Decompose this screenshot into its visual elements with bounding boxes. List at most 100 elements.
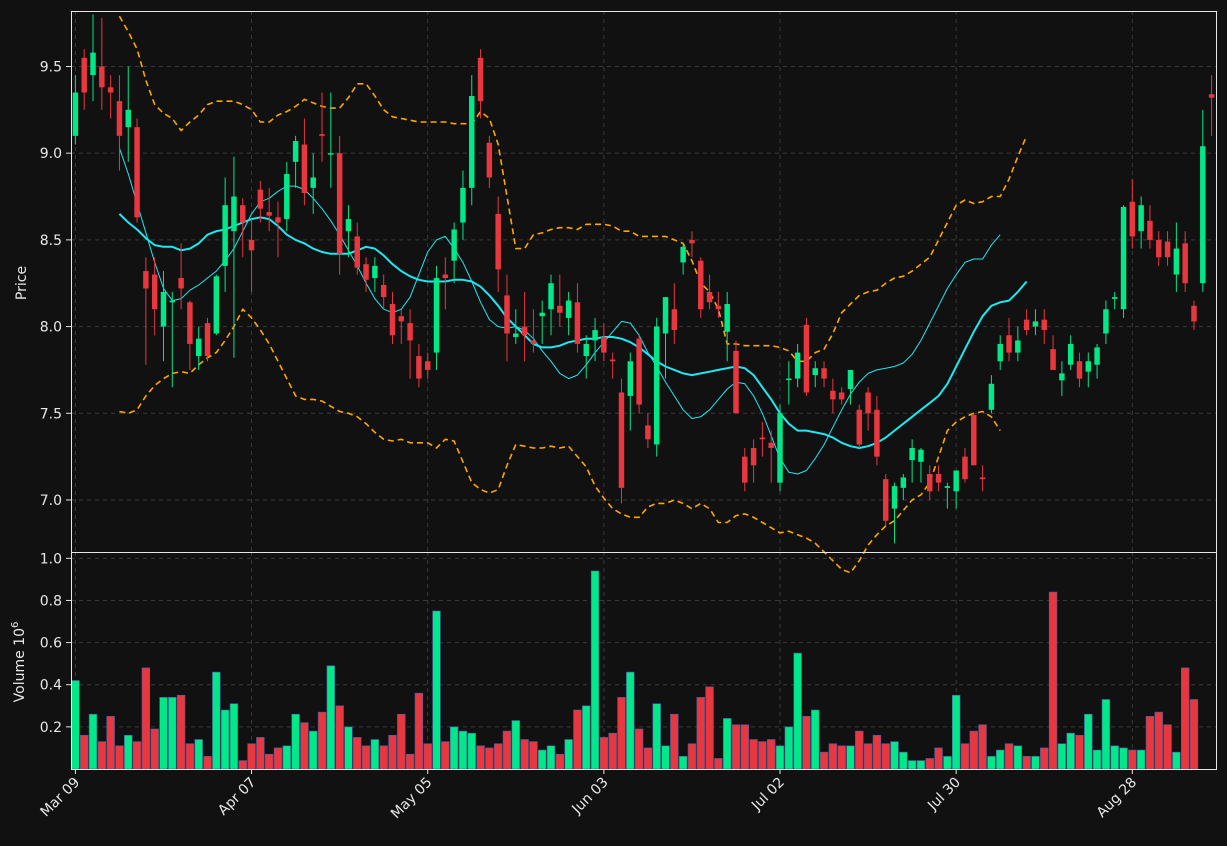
volume-bar: [335, 705, 344, 770]
candle-body: [195, 338, 202, 357]
candle-body: [1059, 373, 1065, 381]
volume-bar: [106, 716, 115, 770]
candle-body: [319, 134, 325, 136]
volume-bar: [203, 756, 212, 770]
candle-body: [363, 264, 369, 280]
candle-body: [125, 109, 131, 128]
candle-body: [971, 415, 977, 466]
volume-bar: [520, 739, 529, 770]
candle-body: [275, 217, 281, 223]
candle-body: [1041, 319, 1047, 331]
candle-body: [645, 425, 651, 440]
candle-body: [900, 477, 907, 488]
candle-body: [469, 95, 475, 188]
volume-bar: [467, 732, 476, 770]
candle-body: [1032, 321, 1039, 327]
candle-body: [953, 470, 959, 492]
candle-body: [759, 437, 766, 440]
candle-body: [1094, 347, 1100, 365]
volume-bar: [97, 741, 107, 770]
volume-bar: [696, 697, 705, 770]
candle-body: [187, 302, 193, 344]
candle-body: [513, 333, 519, 337]
candle-body: [979, 477, 986, 480]
candle-body: [284, 173, 290, 220]
candle-body: [1085, 361, 1092, 372]
candle-body: [1129, 201, 1136, 237]
volume-bar: [907, 760, 917, 770]
volume-bar: [168, 697, 177, 770]
volume-bar: [256, 737, 265, 770]
candle-body: [240, 205, 246, 223]
volume-bar: [476, 745, 485, 770]
candle-body: [742, 456, 748, 483]
candle-body: [715, 305, 722, 310]
volume-bar: [714, 758, 723, 770]
candle-body: [116, 101, 123, 136]
volume-bar: [353, 737, 362, 770]
volume-bar: [88, 713, 98, 770]
candle-body: [495, 213, 501, 270]
volume-bar: [1092, 749, 1102, 770]
volume-bar: [916, 760, 926, 770]
candle-body: [988, 383, 995, 410]
candle-body: [671, 309, 678, 331]
volume-bar: [194, 739, 203, 770]
volume-bar: [1154, 711, 1163, 770]
volume-bar: [80, 734, 89, 770]
volume-bar: [388, 734, 397, 770]
volume-bar: [643, 747, 653, 770]
candle-body: [750, 447, 757, 466]
volume-bar: [749, 739, 758, 770]
volume-bar: [432, 610, 441, 770]
volume-bar: [802, 716, 811, 770]
candle-body: [301, 144, 308, 194]
candle-body: [847, 369, 854, 390]
volume-bar: [775, 745, 785, 770]
price-axis-label: Price: [14, 266, 30, 300]
volume-axis-label-text: Volume: [12, 650, 28, 702]
volume-bar: [687, 743, 697, 770]
volume-bar: [863, 743, 873, 770]
volume-bar: [1040, 747, 1049, 770]
volume-bar: [397, 713, 406, 770]
candle-body: [99, 66, 105, 88]
volume-bar: [344, 726, 353, 770]
candle-body: [521, 326, 528, 336]
candle-body: [169, 300, 176, 303]
candle-body: [407, 323, 413, 341]
candle-body: [565, 300, 572, 318]
volume-bar: [1075, 734, 1084, 770]
candle-body: [733, 350, 739, 414]
candle-body: [222, 205, 228, 266]
candle-body: [1103, 309, 1109, 334]
volume-bar: [379, 745, 388, 770]
candle-body: [1182, 243, 1188, 284]
candle-body: [1076, 361, 1083, 379]
volume-bar: [449, 726, 459, 770]
candle-body: [248, 239, 255, 251]
volume-bar: [309, 730, 318, 770]
volume-bar: [784, 726, 794, 770]
volume-bar: [493, 743, 503, 770]
volume-bar: [1110, 745, 1119, 770]
volume-bar: [767, 739, 776, 770]
candle-body: [724, 304, 730, 332]
candle-body: [927, 473, 933, 492]
volume-bar: [652, 703, 661, 770]
candle-body: [698, 260, 704, 310]
volume-bar: [115, 745, 124, 770]
volume-axis-exponent: 6: [10, 622, 21, 628]
candle-body: [539, 312, 545, 317]
volume-bar: [828, 743, 838, 770]
chart-svg: 7.0 7.5 8.0 8.5 9.0 9.5 Price 0.2 0.4 0.6 0.8 1.0…: [0, 0, 1227, 842]
volume-axis-label: Volume 106: [10, 622, 28, 703]
volume-bar: [1048, 591, 1058, 770]
candle-body: [1111, 297, 1118, 299]
volume-bar: [1066, 732, 1075, 770]
candle-body: [81, 57, 87, 93]
volume-bar: [185, 743, 195, 770]
volume-bar: [943, 756, 952, 770]
volume-bar: [1128, 749, 1137, 770]
volume-bar: [529, 741, 538, 770]
